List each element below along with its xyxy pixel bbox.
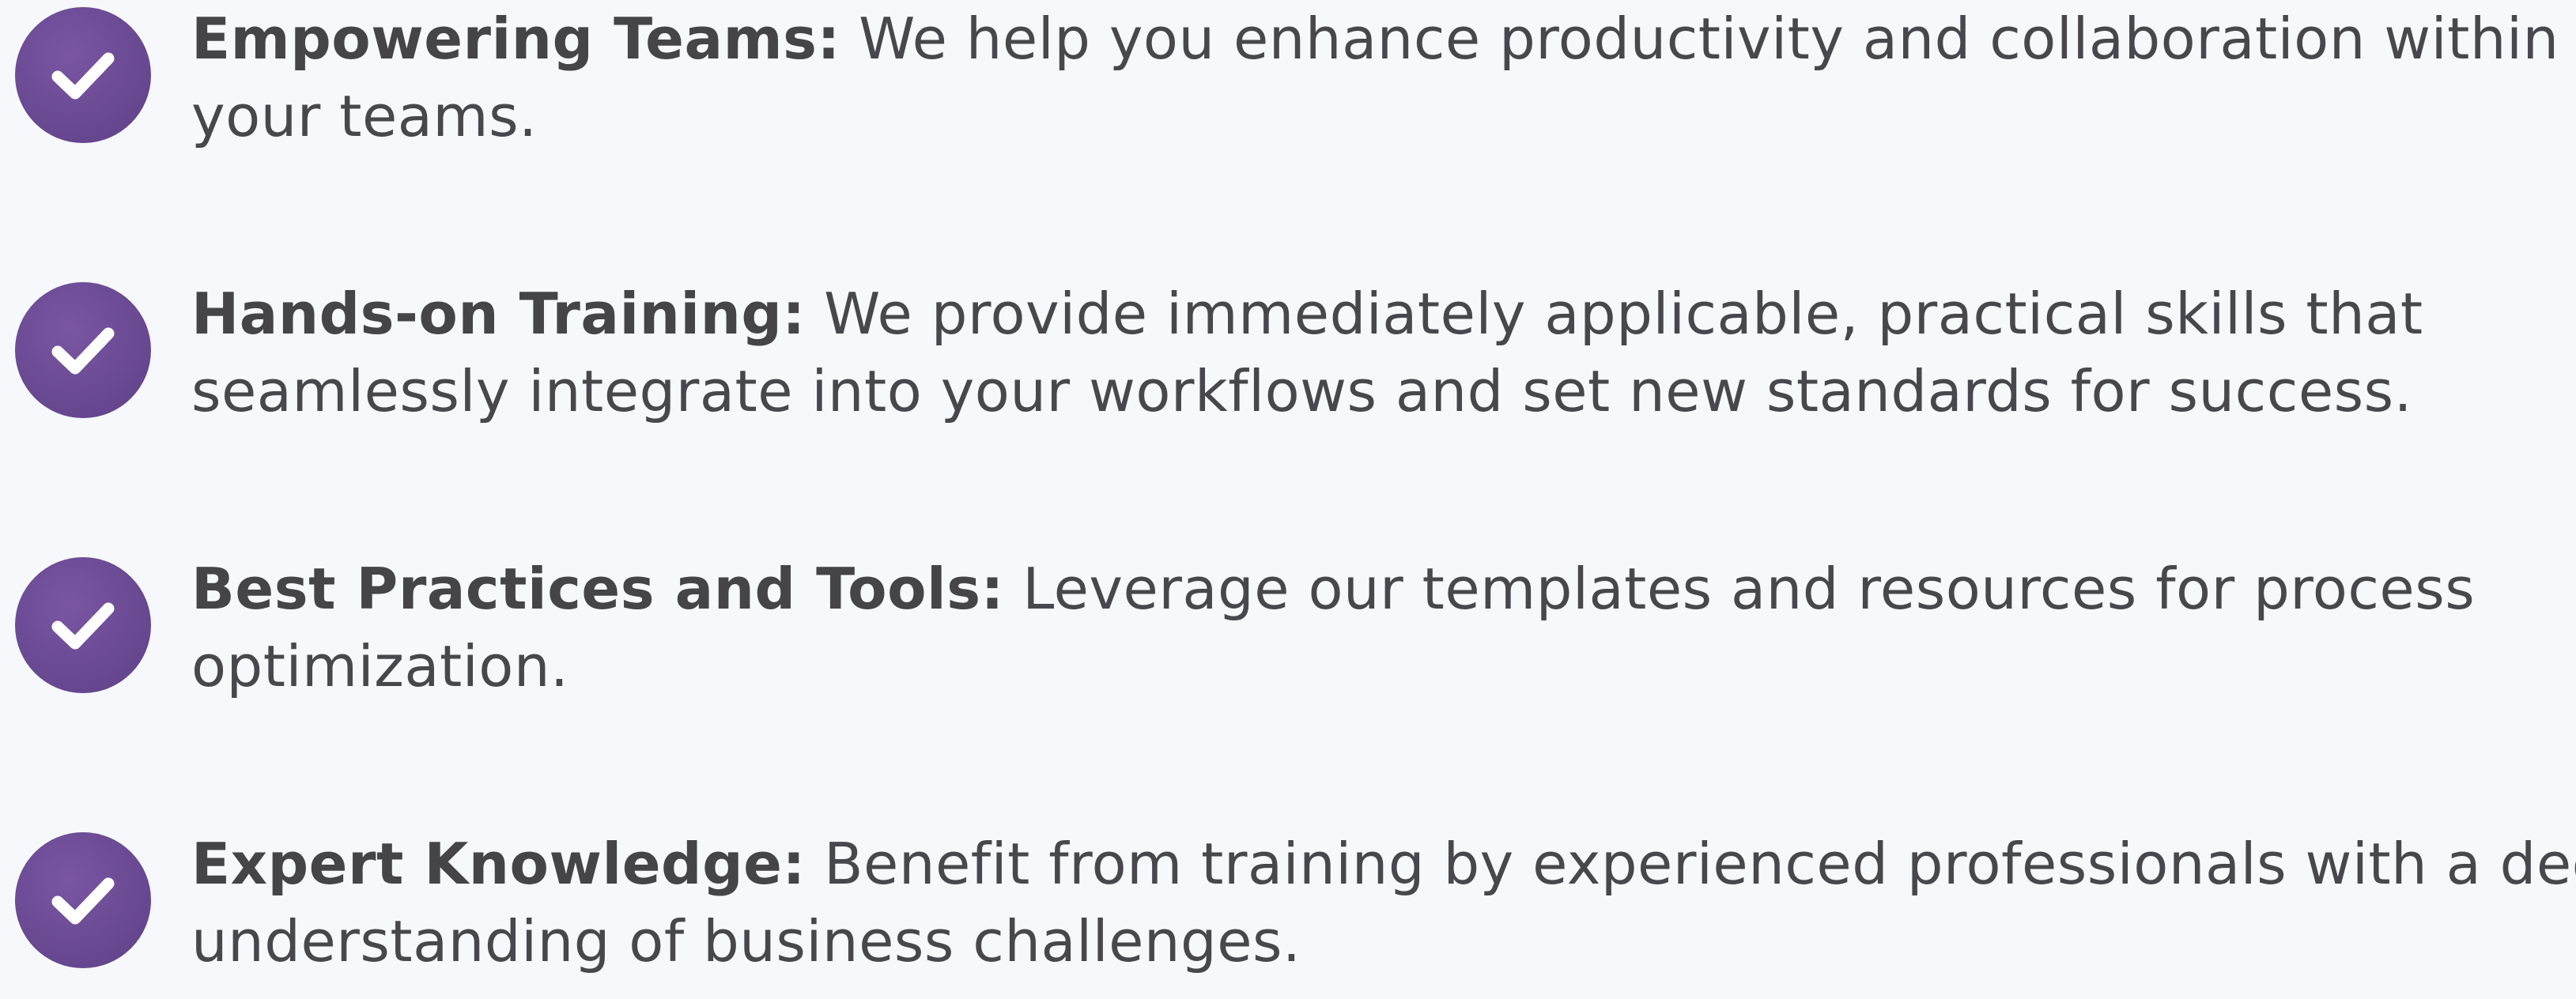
feature-title: Empowering Teams:	[191, 6, 840, 72]
feature-body-line-2: understanding of business challenges.	[191, 908, 1301, 974]
feature-body-line-2: optimization.	[191, 633, 569, 699]
feature-line-1: Hands-on Training: We provide immediatel…	[191, 275, 2563, 352]
feature-title: Expert Knowledge:	[191, 831, 806, 897]
feature-line-1: Expert Knowledge: Benefit from training …	[191, 825, 2576, 903]
feature-body-line-1: We help you enhance productivity and col…	[859, 6, 2559, 72]
feature-description: Hands-on Training: We provide immediatel…	[191, 275, 2563, 430]
feature-item-empowering-teams: Empowering Teams: We help you enhance pr…	[0, 0, 2576, 174]
feature-description: Empowering Teams: We help you enhance pr…	[191, 0, 2563, 155]
feature-body-line-1: Leverage our templates and resources for…	[1022, 556, 2476, 622]
checkmark-icon	[51, 602, 115, 650]
feature-description: Best Practices and Tools: Leverage our t…	[191, 550, 2563, 705]
feature-body-line-1: We provide immediately applicable, pract…	[824, 281, 2423, 347]
feature-item-expert-knowledge: Expert Knowledge: Benefit from training …	[0, 825, 2576, 999]
feature-body-line-2: your teams.	[191, 83, 538, 149]
feature-list: Empowering Teams: We help you enhance pr…	[0, 0, 2576, 974]
checkmark-icon	[51, 52, 115, 100]
checkmark-icon	[51, 327, 115, 375]
feature-line-1: Best Practices and Tools: Leverage our t…	[191, 550, 2563, 628]
checkmark-circle-icon	[15, 557, 151, 693]
checkmark-circle-icon	[15, 7, 151, 143]
checkmark-icon	[51, 877, 115, 925]
feature-body-line-2: seamlessly integrate into your workflows…	[191, 358, 2413, 424]
feature-line-1: Empowering Teams: We help you enhance pr…	[191, 0, 2563, 77]
checkmark-circle-icon	[15, 832, 151, 968]
feature-description: Expert Knowledge: Benefit from training …	[191, 825, 2576, 980]
feature-item-hands-on-training: Hands-on Training: We provide immediatel…	[0, 275, 2576, 449]
feature-title: Hands-on Training:	[191, 281, 806, 347]
feature-title: Best Practices and Tools:	[191, 556, 1004, 622]
checkmark-circle-icon	[15, 282, 151, 418]
feature-item-best-practices: Best Practices and Tools: Leverage our t…	[0, 550, 2576, 724]
feature-body-line-1: Benefit from training by experienced pro…	[824, 831, 2576, 897]
